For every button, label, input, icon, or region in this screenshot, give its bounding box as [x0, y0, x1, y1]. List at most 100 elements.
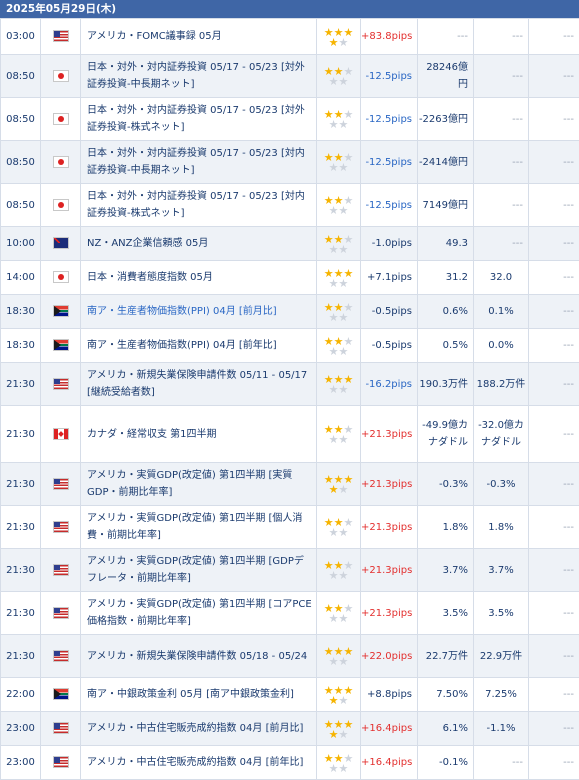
event-name[interactable]: NZ・ANZ企業信頼感 05月 [81, 227, 317, 261]
table-row[interactable]: 08:50日本・対外・対内証券投資 05/17 - 05/23 [対内証券投資-… [1, 184, 579, 227]
pips-value: -16.2pips [361, 363, 418, 406]
event-name[interactable]: 南ア・生産者物価指数(PPI) 04月 [前年比] [81, 329, 317, 363]
table-row[interactable]: 22:00南ア・中銀政策金利 05月 [南ア中銀政策金利]★★★★★+8.8pi… [1, 678, 579, 712]
us-flag-icon [53, 650, 69, 662]
jp-flag-icon [53, 271, 69, 283]
us-flag-icon [53, 30, 69, 42]
table-row[interactable]: 23:00アメリカ・中古住宅販売成約指数 04月 [前年比]★★★★★+16.4… [1, 746, 579, 780]
result-value: --- [529, 746, 579, 780]
event-name[interactable]: アメリカ・新規失業保険申請件数 05/11 - 05/17 [継続受給者数] [81, 363, 317, 406]
table-row[interactable]: 21:30アメリカ・実質GDP(改定値) 第1四半期 [実質GDP・前期比年率]… [1, 463, 579, 506]
country-flag-cell [41, 184, 81, 227]
table-row[interactable]: 21:30アメリカ・実質GDP(改定値) 第1四半期 [GDPデフレータ・前期比… [1, 549, 579, 592]
previous-value: 1.8% [418, 506, 474, 549]
table-row[interactable]: 10:00NZ・ANZ企業信頼感 05月★★★★★-1.0pips49.3---… [1, 227, 579, 261]
forecast-value: -32.0億カナダドル [474, 406, 529, 463]
table-row[interactable]: 21:30アメリカ・新規失業保険申請件数 05/11 - 05/17 [継続受給… [1, 363, 579, 406]
jp-flag-icon [53, 113, 69, 125]
star-icon: ★ [339, 311, 349, 324]
table-row[interactable]: 08:50 日本・対外・対内証券投資 05/17 - 05/23 [対外証券投資-… [1, 98, 579, 141]
country-flag-cell [41, 712, 81, 746]
pips-value: -12.5pips [361, 55, 418, 98]
importance-stars: ★★★★★ [317, 141, 361, 184]
nz-flag-icon [53, 237, 69, 249]
event-name[interactable]: アメリカ・中古住宅販売成約指数 04月 [前月比] [81, 712, 317, 746]
country-flag-cell [41, 635, 81, 678]
table-row[interactable]: 21:30アメリカ・実質GDP(改定値) 第1四半期 [コアPCE価格指数・前期… [1, 592, 579, 635]
forecast-value: 0.0% [474, 329, 529, 363]
event-name[interactable]: 日本・消費者態度指数 05月 [81, 261, 317, 295]
forecast-value: --- [474, 184, 529, 227]
table-row[interactable]: 14:00日本・消費者態度指数 05月★★★★★+7.1pips31.232.0… [1, 261, 579, 295]
previous-value: -0.3% [418, 463, 474, 506]
event-time: 08:50 [1, 55, 41, 98]
country-flag-cell [41, 227, 81, 261]
event-name[interactable]: 日本・対外・対内証券投資 05/17 - 05/23 [対内証券投資-株式ネット… [81, 184, 317, 227]
event-name[interactable]: アメリカ・実質GDP(改定値) 第1四半期 [個人消費・前期比年率] [81, 506, 317, 549]
economic-calendar-table: 03:00アメリカ・FOMC議事録 05月★★★★★+83.8pips-----… [0, 18, 579, 780]
country-flag-cell [41, 506, 81, 549]
star-icon: ★ [329, 118, 339, 131]
star-icon: ★ [329, 433, 339, 446]
star-icon: ★ [339, 569, 349, 582]
event-name[interactable]: 日本・対外・対内証券投資 05/17 - 05/23 [対外証券投資-中長期ネッ… [81, 55, 317, 98]
importance-stars: ★★★★★ [317, 712, 361, 746]
result-value: --- [529, 712, 579, 746]
date-header: 2025年05月29日(木) [0, 0, 579, 18]
event-name[interactable]: カナダ・経常収支 第1四半期 [81, 406, 317, 463]
forecast-value: 22.9万件 [474, 635, 529, 678]
us-flag-icon [53, 722, 69, 734]
table-row[interactable]: 18:30南ア・生産者物価指数(PPI) 04月 [前年比]★★★★★-0.5p… [1, 329, 579, 363]
result-value: --- [529, 549, 579, 592]
result-value: --- [529, 55, 579, 98]
table-row[interactable]: 08:50 日本・対外・対内証券投資 05/17 - 05/23 [対外証券投資-… [1, 55, 579, 98]
country-flag-cell [41, 329, 81, 363]
event-name[interactable]: アメリカ・実質GDP(改定値) 第1四半期 [コアPCE価格指数・前期比年率] [81, 592, 317, 635]
forecast-value: --- [474, 55, 529, 98]
star-icon: ★ [339, 243, 349, 256]
result-value: --- [529, 635, 579, 678]
event-time: 22:00 [1, 678, 41, 712]
result-value: --- [529, 184, 579, 227]
star-icon: ★ [339, 118, 349, 131]
event-name[interactable]: アメリカ・中古住宅販売成約指数 04月 [前年比] [81, 746, 317, 780]
us-flag-icon [53, 521, 69, 533]
event-name[interactable]: アメリカ・実質GDP(改定値) 第1四半期 [実質GDP・前期比年率] [81, 463, 317, 506]
table-row[interactable]: 18:30南ア・生産者物価指数(PPI) 04月 [前月比]★★★★★-0.5p… [1, 295, 579, 329]
country-flag-cell [41, 98, 81, 141]
jp-flag-icon [53, 199, 69, 211]
previous-value: 0.6% [418, 295, 474, 329]
importance-stars: ★★★★★ [317, 592, 361, 635]
forecast-value: 188.2万件 [474, 363, 529, 406]
pips-value: +21.3pips [361, 549, 418, 592]
event-time: 21:30 [1, 635, 41, 678]
event-time: 14:00 [1, 261, 41, 295]
event-name[interactable]: 日本・対外・対内証券投資 05/17 - 05/23 [対外証券投資-株式ネット… [81, 98, 317, 141]
pips-value: -1.0pips [361, 227, 418, 261]
us-flag-icon [53, 756, 69, 768]
country-flag-cell [41, 678, 81, 712]
table-row[interactable]: 03:00アメリカ・FOMC議事録 05月★★★★★+83.8pips-----… [1, 19, 579, 55]
table-row[interactable]: 08:50日本・対外・対内証券投資 05/17 - 05/23 [対内証券投資-… [1, 141, 579, 184]
table-row[interactable]: 21:30カナダ・経常収支 第1四半期★★★★★+21.3pips-49.9億カ… [1, 406, 579, 463]
star-icon: ★ [339, 655, 349, 668]
pips-value: +83.8pips [361, 19, 418, 55]
event-name[interactable]: 日本・対外・対内証券投資 05/17 - 05/23 [対内証券投資-中長期ネッ… [81, 141, 317, 184]
event-name[interactable]: 南ア・中銀政策金利 05月 [南ア中銀政策金利] [81, 678, 317, 712]
table-row[interactable]: 23:00アメリカ・中古住宅販売成約指数 04月 [前月比]★★★★★+16.4… [1, 712, 579, 746]
star-icon: ★ [329, 655, 339, 668]
event-name[interactable]: 南ア・生産者物価指数(PPI) 04月 [前月比] [81, 295, 317, 329]
table-row[interactable]: 21:30アメリカ・新規失業保険申請件数 05/18 - 05/24★★★★★+… [1, 635, 579, 678]
table-row[interactable]: 21:30アメリカ・実質GDP(改定値) 第1四半期 [個人消費・前期比年率]★… [1, 506, 579, 549]
forecast-value: 3.5% [474, 592, 529, 635]
country-flag-cell [41, 463, 81, 506]
event-name[interactable]: アメリカ・新規失業保険申請件数 05/18 - 05/24 [81, 635, 317, 678]
previous-value: 31.2 [418, 261, 474, 295]
event-name[interactable]: アメリカ・実質GDP(改定値) 第1四半期 [GDPデフレータ・前期比年率] [81, 549, 317, 592]
event-name[interactable]: アメリカ・FOMC議事録 05月 [81, 19, 317, 55]
event-time: 08:50 [1, 98, 41, 141]
event-time: 03:00 [1, 19, 41, 55]
event-time: 10:00 [1, 227, 41, 261]
country-flag-cell [41, 592, 81, 635]
us-flag-icon [53, 478, 69, 490]
